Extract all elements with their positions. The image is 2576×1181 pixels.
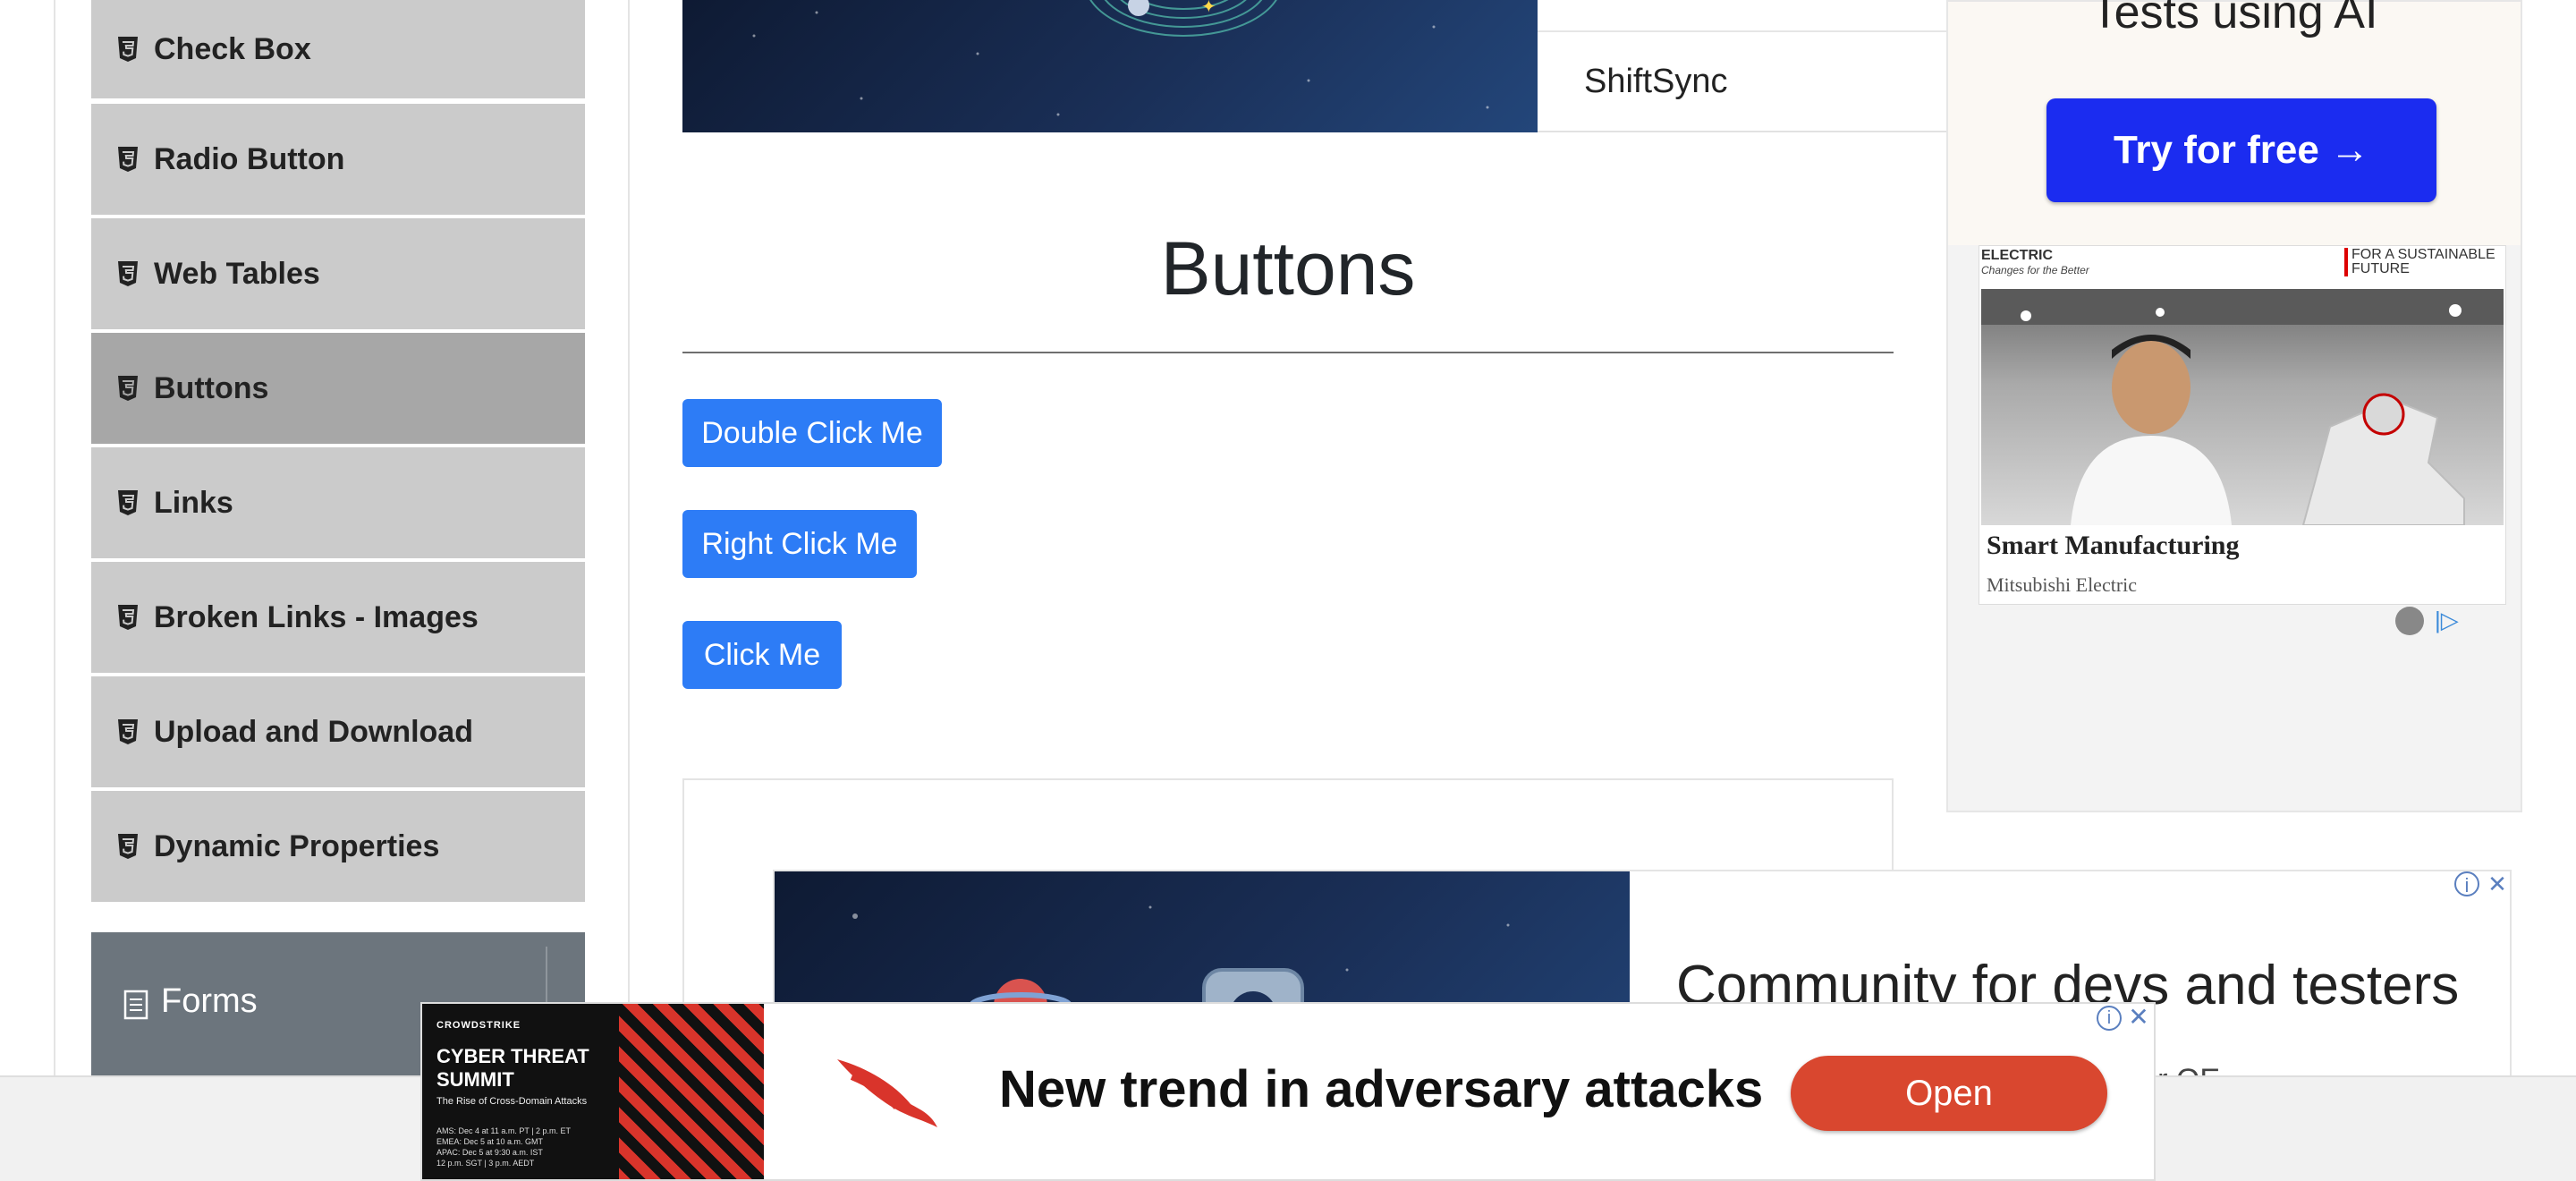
sidebar-item-dynamic-properties[interactable]: Dynamic Properties <box>91 791 585 902</box>
sidebar-item-label: Web Tables <box>154 256 320 291</box>
ad-date-line: APAC: Dec 5 at 9:30 a.m. IST <box>436 1148 543 1157</box>
banner-nav: ShiftSync <box>1538 0 1948 132</box>
shiftsync-link[interactable]: ShiftSync <box>1584 63 1728 101</box>
html5-icon <box>116 718 140 746</box>
info-icon[interactable]: i <box>2097 1006 2122 1031</box>
sidebar-item-broken-links[interactable]: Broken Links - Images <box>91 562 585 673</box>
ad-photo <box>1981 289 2504 525</box>
page-title: Buttons <box>1160 226 1416 310</box>
sidebar-item-label: Links <box>154 485 233 520</box>
ad-card-subtitle: Mitsubishi Electric <box>1987 574 2138 596</box>
sidebar-item-label: Radio Button <box>154 141 345 176</box>
sidebar-item-upload-download[interactable]: Upload and Download <box>91 676 585 787</box>
falcon-logo-icon <box>837 1059 937 1127</box>
try-for-free-button[interactable]: Try for free → <box>2046 98 2436 202</box>
click-me-button[interactable]: Click Me <box>682 621 842 689</box>
ad-top-panel: Tests using AI Try for free → <box>1948 0 2521 245</box>
sidebar-item-label: Dynamic Properties <box>154 828 440 863</box>
bottom-ad[interactable]: CROWDSTRIKE CYBER THREAT SUMMIT The Rise… <box>420 1002 2156 1181</box>
divider <box>1538 30 1948 32</box>
close-icon[interactable]: ✕ <box>2485 871 2510 896</box>
sidebar-item-label: Upload and Download <box>154 714 473 749</box>
sidebar-group-label: Forms <box>161 982 258 1020</box>
sidebar-item-web-tables[interactable]: Web Tables <box>91 218 585 329</box>
html5-icon <box>116 603 140 632</box>
right-ad[interactable]: Tests using AI Try for free → ELECTRIC C… <box>1946 0 2522 812</box>
svg-text:✦: ✦ <box>1201 0 1216 17</box>
ad-brand-slogan: FOR A SUSTAINABLE FUTURE <box>2344 248 2504 276</box>
html5-icon <box>116 489 140 517</box>
right-click-button[interactable]: Right Click Me <box>682 510 917 578</box>
sidebar-item-links[interactable]: Links <box>91 447 585 558</box>
sidebar-item-label: Broken Links - Images <box>154 599 479 634</box>
title-divider <box>682 352 1894 353</box>
sidebar-item-label: Buttons <box>154 370 269 405</box>
sidebar-item-label: Check Box <box>154 31 311 66</box>
sidebar-item-check-box[interactable]: Check Box <box>91 0 585 98</box>
ad-event-dates: AMS: Dec 4 at 11 a.m. PT | 2 p.m. ET EME… <box>436 1126 615 1168</box>
ad-brand-tagline: Changes for the Better <box>1981 264 2089 276</box>
sidebar-item-radio-button[interactable]: Radio Button <box>91 104 585 215</box>
open-button[interactable]: Open <box>1791 1056 2107 1131</box>
banner-image[interactable]: ✦ <box>682 0 1538 132</box>
ad-date-line: EMEA: Dec 5 at 10 a.m. GMT <box>436 1137 544 1146</box>
ad-brand: CROWDSTRIKE <box>436 1020 521 1031</box>
ad-event-subtitle: The Rise of Cross-Domain Attacks <box>436 1096 588 1107</box>
document-icon <box>123 990 148 1020</box>
close-icon[interactable]: ✕ <box>2125 1004 2152 1031</box>
html5-icon <box>116 35 140 64</box>
ad-card[interactable]: ELECTRIC Changes for the Better FOR A SU… <box>1979 245 2506 605</box>
ad-card-title: Smart Manufacturing <box>1987 531 2240 560</box>
ad-headline: New trend in adversary attacks <box>999 1060 1764 1118</box>
adchoices-icon[interactable]: |▷ <box>2435 607 2459 634</box>
ad-date-line: 12 p.m. SGT | 3 p.m. AEDT <box>436 1159 535 1168</box>
privacy-icon[interactable] <box>2395 607 2424 635</box>
html5-icon <box>116 374 140 403</box>
double-click-button[interactable]: Double Click Me <box>682 399 942 467</box>
ad-brand: ELECTRIC <box>1981 248 2053 263</box>
ad-pattern <box>619 1004 764 1179</box>
html5-icon <box>116 145 140 174</box>
sidebar-item-buttons[interactable]: Buttons <box>91 333 585 444</box>
ad-event-title: CYBER THREAT SUMMIT <box>436 1045 589 1091</box>
info-icon[interactable]: i <box>2454 871 2479 896</box>
ad-heading: Tests using AI <box>2090 0 2378 38</box>
html5-icon <box>116 259 140 288</box>
html5-icon <box>116 832 140 861</box>
ad-date-line: AMS: Dec 4 at 11 a.m. PT | 2 p.m. ET <box>436 1126 572 1135</box>
ad-event-banner: CROWDSTRIKE CYBER THREAT SUMMIT The Rise… <box>422 1004 764 1179</box>
